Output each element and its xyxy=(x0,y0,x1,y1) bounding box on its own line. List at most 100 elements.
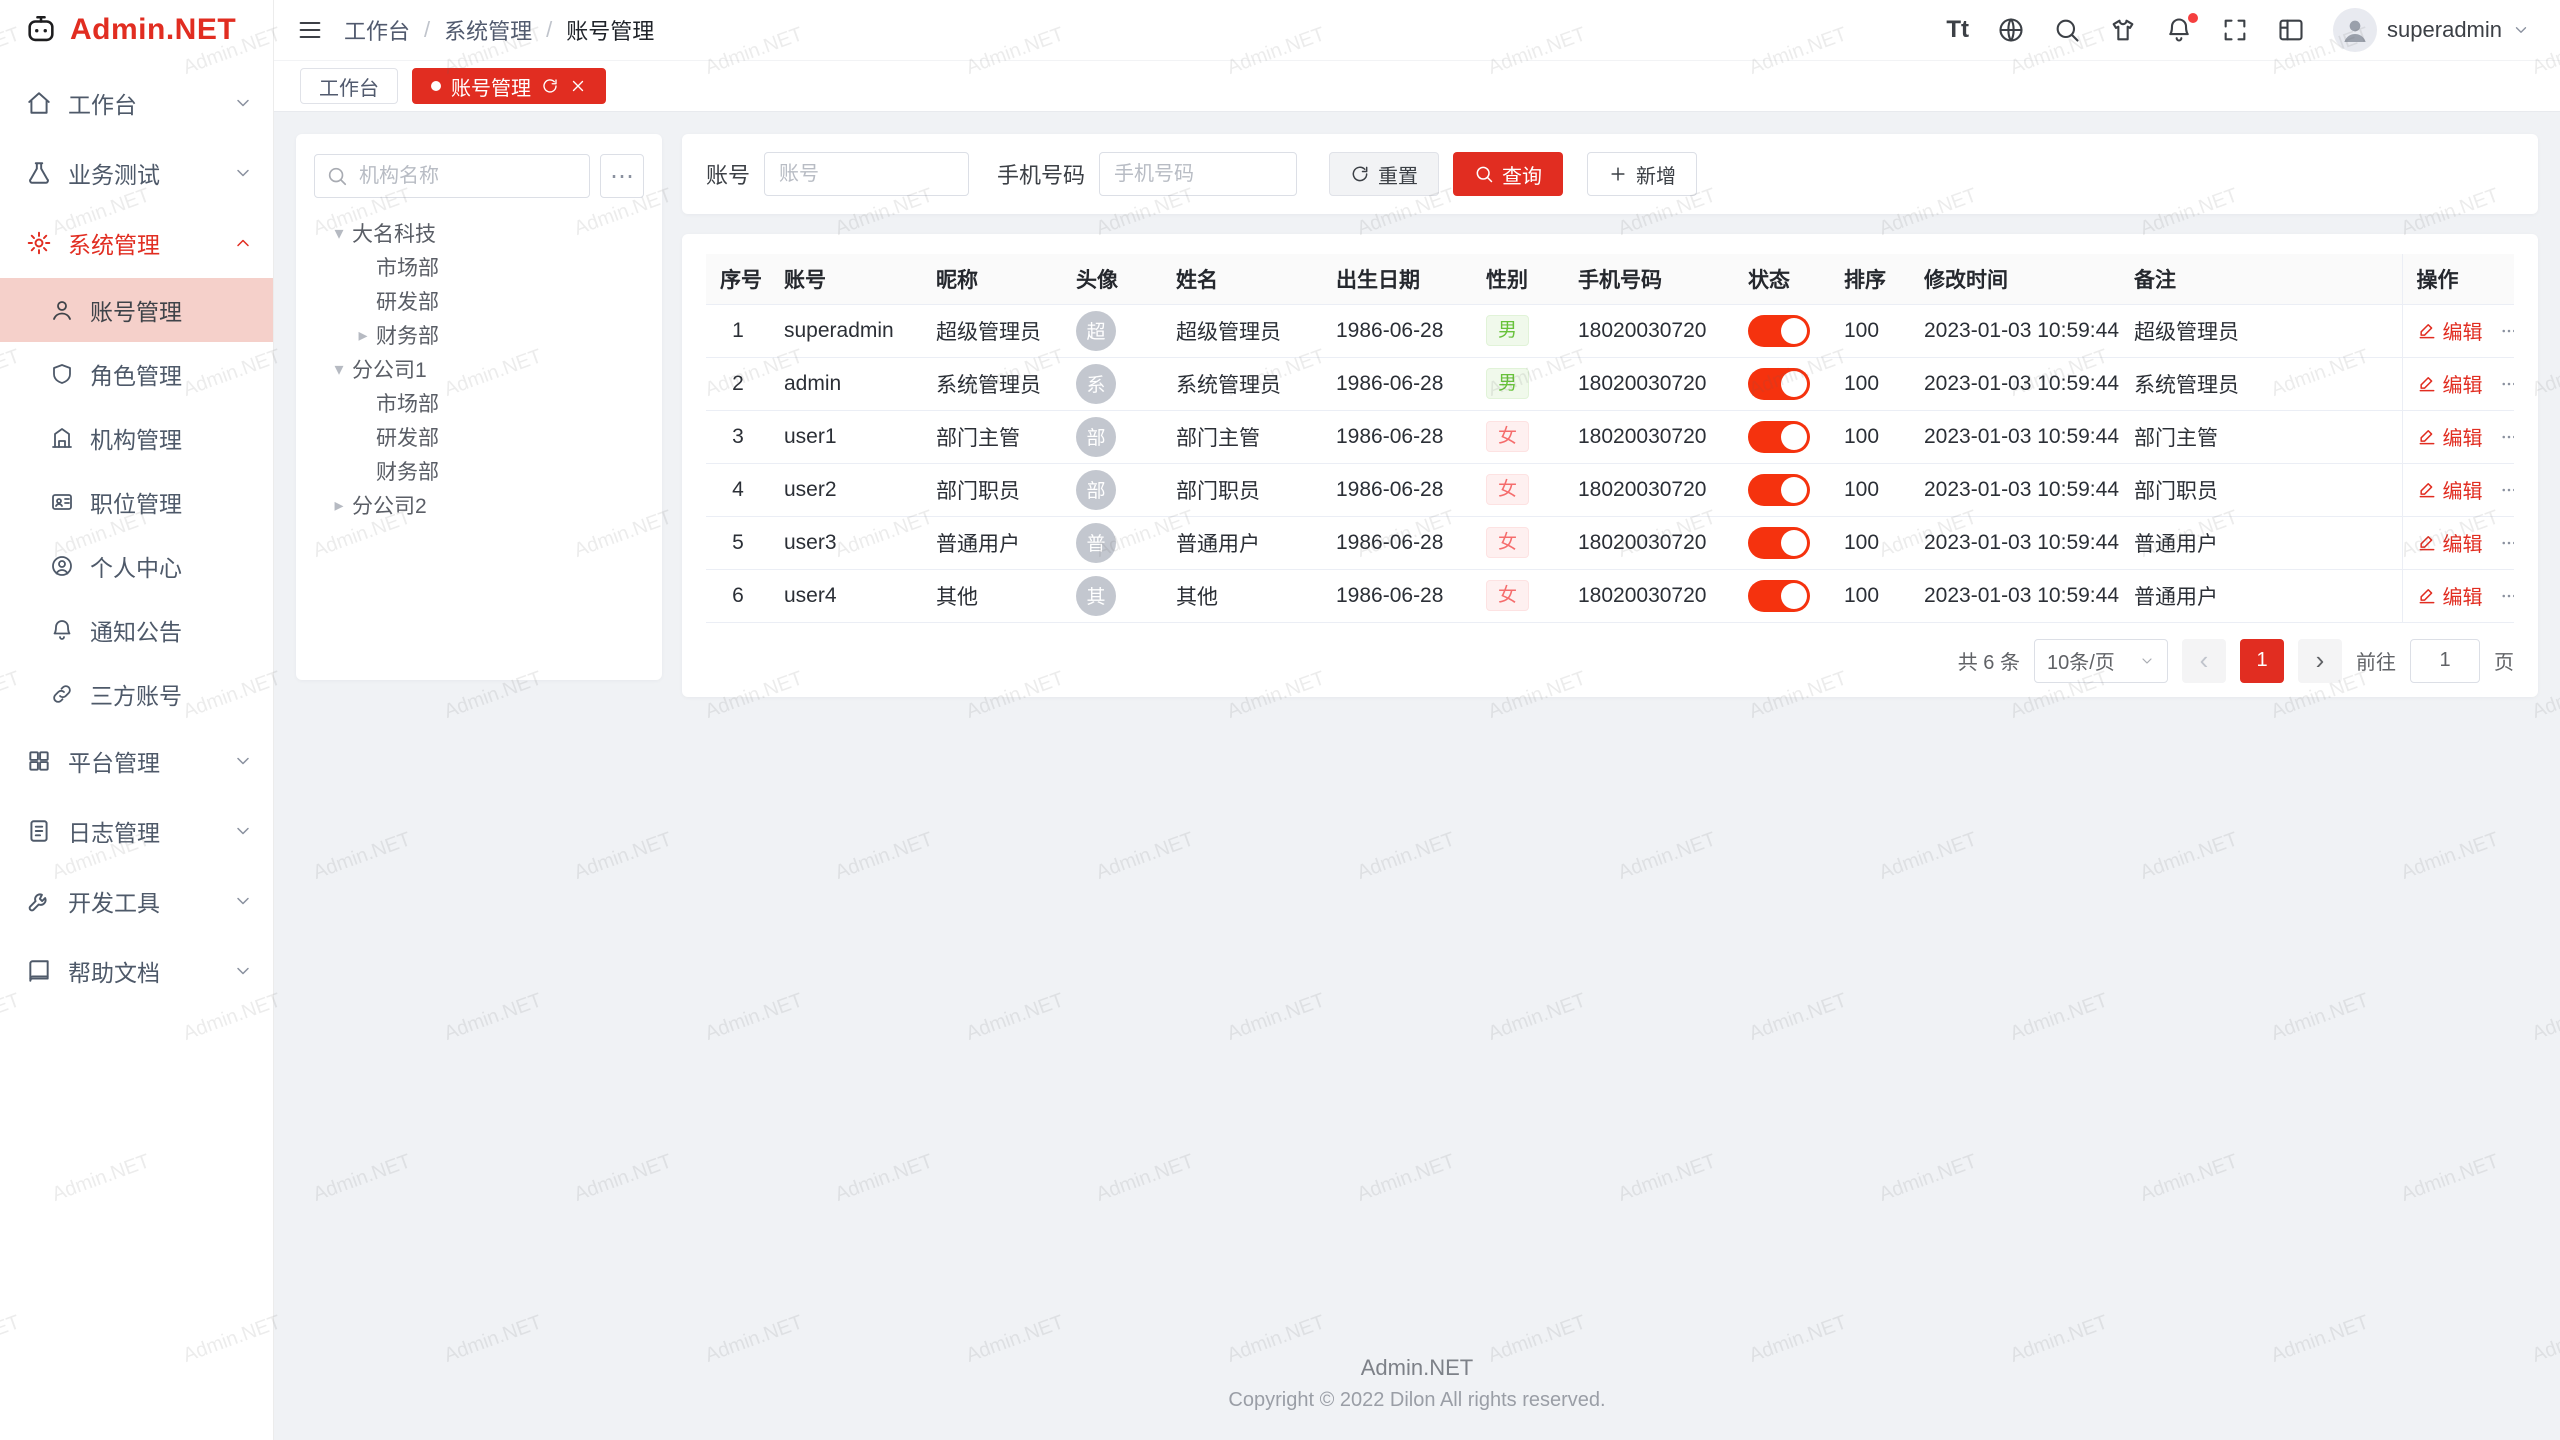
more-actions-button[interactable] xyxy=(2497,375,2515,393)
tree-node[interactable]: ▾分公司1 xyxy=(314,352,644,386)
log-icon xyxy=(26,818,52,844)
breadcrumb: 工作台 / 系统管理 / 账号管理 xyxy=(344,14,654,46)
tree-node[interactable]: 研发部 xyxy=(314,420,644,454)
status-toggle[interactable] xyxy=(1748,474,1810,506)
edit-button[interactable]: 编辑 xyxy=(2417,475,2483,504)
tree-node[interactable]: ▾大名科技 xyxy=(314,216,644,250)
breadcrumb-item[interactable]: 系统管理 xyxy=(444,14,532,46)
query-button[interactable]: 查询 xyxy=(1453,152,1563,196)
tree-node[interactable]: 财务部 xyxy=(314,454,644,488)
reset-button[interactable]: 重置 xyxy=(1329,152,1439,196)
fullscreen-icon[interactable] xyxy=(2221,16,2249,44)
more-actions-button[interactable] xyxy=(2497,534,2515,552)
sidebar-subitem-account-mgmt[interactable]: 账号管理 xyxy=(0,278,273,342)
page-size-select[interactable]: 10条/页 xyxy=(2034,639,2168,683)
tab-account-mgmt[interactable]: 账号管理 xyxy=(412,68,606,104)
locale-icon[interactable] xyxy=(1997,16,2025,44)
search-icon xyxy=(326,165,348,187)
sidebar-subitem-notice[interactable]: 通知公告 xyxy=(0,598,273,662)
goto-page-input[interactable] xyxy=(2410,639,2480,683)
status-toggle[interactable] xyxy=(1748,580,1810,612)
more-actions-button[interactable] xyxy=(2497,428,2515,446)
main: 工作台 / 系统管理 / 账号管理 Tt superadmin xyxy=(274,0,2560,1440)
status-toggle[interactable] xyxy=(1748,368,1810,400)
prev-page-button[interactable]: ‹ xyxy=(2182,639,2226,683)
user-menu[interactable]: superadmin xyxy=(2333,8,2530,52)
query-label: 查询 xyxy=(1502,160,1542,189)
more-actions-button[interactable] xyxy=(2497,481,2515,499)
cell-modified: 2023-01-03 10:59:44 xyxy=(1910,516,2120,569)
more-actions-button[interactable] xyxy=(2497,322,2515,340)
tree-node[interactable]: ▸分公司2 xyxy=(314,488,644,522)
org-panel: ⋯ ▾大名科技市场部研发部▸财务部▾分公司1市场部研发部财务部▸分公司2 xyxy=(296,134,662,680)
hamburger-icon[interactable] xyxy=(296,16,324,44)
tree-caret-down-icon[interactable]: ▾ xyxy=(326,359,352,380)
sidebar-item-system-mgmt[interactable]: 系统管理 xyxy=(0,208,273,278)
org-search-input[interactable] xyxy=(314,154,590,198)
tree-node[interactable]: 市场部 xyxy=(314,386,644,420)
tree-caret-right-icon[interactable]: ▸ xyxy=(350,325,376,346)
sidebar-item-log-mgmt[interactable]: 日志管理 xyxy=(0,796,273,866)
sidebar-item-help-docs[interactable]: 帮助文档 xyxy=(0,936,273,1006)
user-avatar: 部 xyxy=(1076,470,1116,510)
tree-caret-down-icon[interactable]: ▾ xyxy=(326,223,352,244)
cell-avatar: 部 xyxy=(1062,410,1162,463)
cell-gender: 女 xyxy=(1472,569,1564,622)
grid-icon xyxy=(26,748,52,774)
sidebar-subitem-third-account[interactable]: 三方账号 xyxy=(0,662,273,726)
edit-button[interactable]: 编辑 xyxy=(2417,316,2483,345)
tree-caret-right-icon[interactable]: ▸ xyxy=(326,495,352,516)
theme-icon[interactable] xyxy=(2109,16,2137,44)
user-panel-icon[interactable] xyxy=(2277,16,2305,44)
cell-phone: 18020030720 xyxy=(1564,357,1734,410)
cell-sort: 100 xyxy=(1830,357,1910,410)
table-body: 1superadmin超级管理员超超级管理员1986-06-28男1802003… xyxy=(706,304,2514,622)
cell-remark: 普通用户 xyxy=(2120,516,2402,569)
avatar[interactable] xyxy=(2333,8,2377,52)
sidebar-item-dev-tools[interactable]: 开发工具 xyxy=(0,866,273,936)
current-page-button[interactable]: 1 xyxy=(2240,639,2284,683)
search-icon[interactable] xyxy=(2053,16,2081,44)
status-toggle[interactable] xyxy=(1748,315,1810,347)
edit-label: 编辑 xyxy=(2443,316,2483,345)
edit-button[interactable]: 编辑 xyxy=(2417,369,2483,398)
phone-input[interactable] xyxy=(1099,152,1297,196)
next-page-button[interactable]: › xyxy=(2298,639,2342,683)
tree-node[interactable]: 市场部 xyxy=(314,250,644,284)
more-actions-button[interactable] xyxy=(2497,587,2515,605)
column-header: 账号 xyxy=(770,254,922,304)
add-button[interactable]: 新增 xyxy=(1587,152,1697,196)
search-icon xyxy=(1474,164,1494,184)
edit-button[interactable]: 编辑 xyxy=(2417,528,2483,557)
sidebar-item-business-test[interactable]: 业务测试 xyxy=(0,138,273,208)
status-toggle[interactable] xyxy=(1748,527,1810,559)
org-more-button[interactable]: ⋯ xyxy=(600,154,644,198)
sidebar-item-workbench[interactable]: 工作台 xyxy=(0,68,273,138)
breadcrumb-item[interactable]: 工作台 xyxy=(344,14,410,46)
edit-button[interactable]: 编辑 xyxy=(2417,422,2483,451)
goto-label: 前往 xyxy=(2356,646,2396,675)
edit-button[interactable]: 编辑 xyxy=(2417,581,2483,610)
sidebar-subitem-org-mgmt[interactable]: 机构管理 xyxy=(0,406,273,470)
sidebar-subitem-personal-center[interactable]: 个人中心 xyxy=(0,534,273,598)
sidebar-subitem-role-mgmt[interactable]: 角色管理 xyxy=(0,342,273,406)
edit-label: 编辑 xyxy=(2443,475,2483,504)
account-table: 序号账号昵称头像姓名出生日期性别手机号码状态排序修改时间备注操作 1supera… xyxy=(706,254,2514,623)
tree-node[interactable]: 研发部 xyxy=(314,284,644,318)
app-logo[interactable]: Admin.NET xyxy=(0,0,273,60)
sidebar-item-platform-mgmt[interactable]: 平台管理 xyxy=(0,726,273,796)
cell-remark: 部门职员 xyxy=(2120,463,2402,516)
status-toggle[interactable] xyxy=(1748,421,1810,453)
font-size-icon[interactable]: Tt xyxy=(1946,16,1969,44)
refresh-icon[interactable] xyxy=(541,77,559,95)
tree-node-label: 大名科技 xyxy=(352,218,436,248)
tree-node[interactable]: ▸财务部 xyxy=(314,318,644,352)
close-icon[interactable] xyxy=(569,77,587,95)
column-header: 姓名 xyxy=(1162,254,1322,304)
cell-remark: 部门主管 xyxy=(2120,410,2402,463)
cell-account: user2 xyxy=(770,463,922,516)
tab-workbench[interactable]: 工作台 xyxy=(300,68,398,104)
sidebar-subitem-position-mgmt[interactable]: 职位管理 xyxy=(0,470,273,534)
notification-icon[interactable] xyxy=(2165,16,2193,44)
account-input[interactable] xyxy=(764,152,969,196)
